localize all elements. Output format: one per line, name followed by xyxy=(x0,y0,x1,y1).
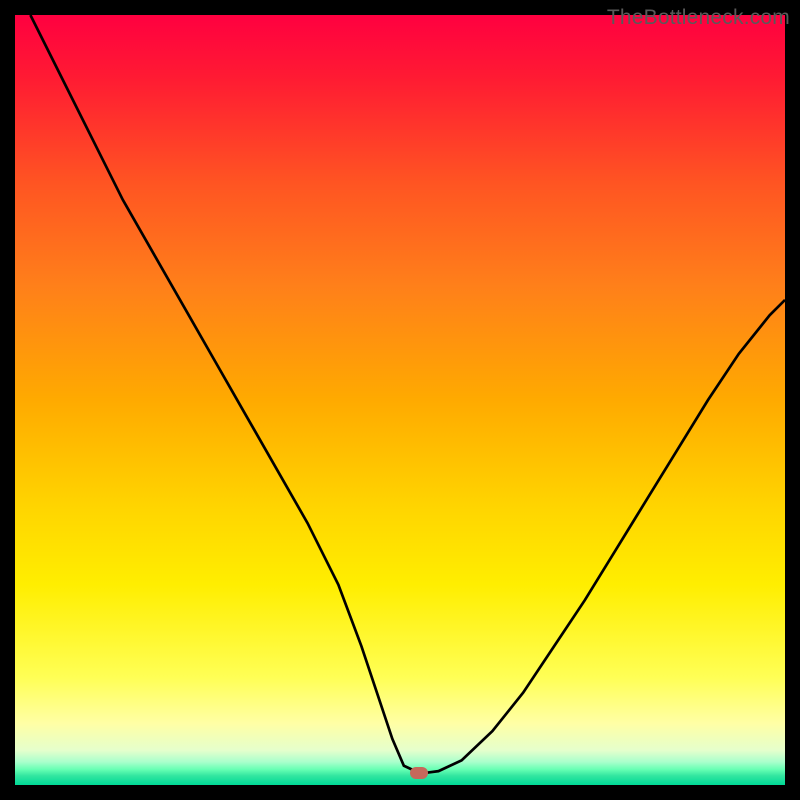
bottleneck-curve xyxy=(30,15,785,773)
watermark-text: TheBottleneck.com xyxy=(607,6,790,30)
plot-area xyxy=(15,15,785,785)
curve-svg xyxy=(15,15,785,785)
optimal-marker xyxy=(410,767,428,779)
chart-container: TheBottleneck.com xyxy=(0,0,800,800)
